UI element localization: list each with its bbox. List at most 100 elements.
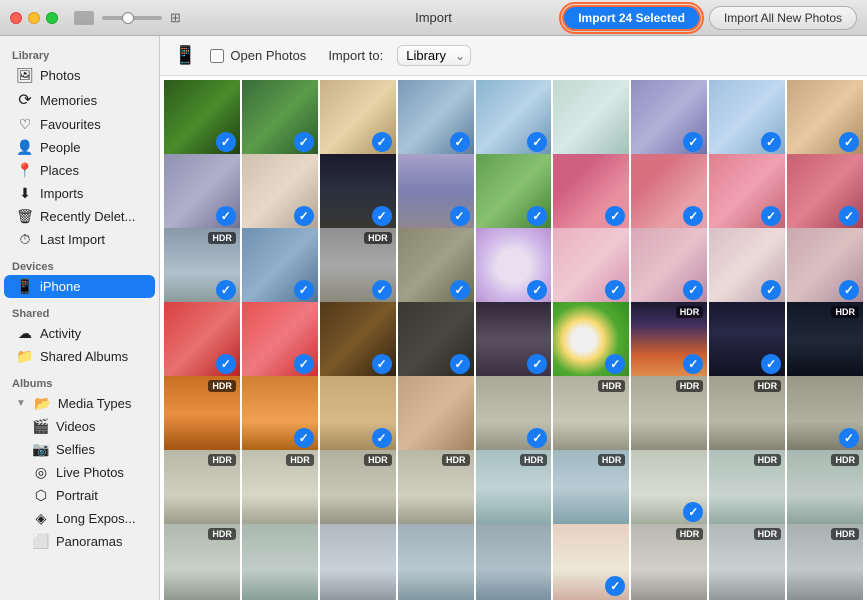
- photo-cell[interactable]: ✓: [164, 302, 240, 378]
- live-photos-icon: ◎: [32, 464, 50, 481]
- sidebar-item-media-types[interactable]: ▼ 📂 Media Types: [4, 392, 155, 415]
- photo-cell[interactable]: HDR: [476, 450, 552, 526]
- sidebar-item-panoramas[interactable]: ⬜ Panoramas: [4, 530, 155, 553]
- photo-cell[interactable]: ✓: [787, 228, 863, 304]
- photo-cell[interactable]: ✓: [709, 80, 785, 156]
- photo-cell[interactable]: ✓: [242, 154, 318, 230]
- photo-cell[interactable]: ✓: [320, 154, 396, 230]
- sidebar-item-long-exposure[interactable]: ◈ Long Expos...: [4, 507, 155, 530]
- sidebar-item-recently-deleted[interactable]: 🗑 Recently Delet...: [4, 205, 155, 228]
- photo-cell[interactable]: HDR ✓: [631, 302, 707, 378]
- photo-cell[interactable]: ✓: [320, 376, 396, 452]
- photo-cell[interactable]: HDR: [242, 450, 318, 526]
- photo-cell[interactable]: ✓: [242, 376, 318, 452]
- sidebar-item-favourites[interactable]: ♡ Favourites: [4, 113, 155, 136]
- photo-checkmark: ✓: [683, 132, 703, 152]
- photo-cell[interactable]: ✓: [787, 154, 863, 230]
- sidebar-item-videos[interactable]: 🎬 Videos: [4, 415, 155, 438]
- photo-cell[interactable]: HDR: [553, 450, 629, 526]
- photo-cell[interactable]: ✓: [553, 154, 629, 230]
- iphone-icon: 📱: [16, 278, 34, 295]
- photo-cell[interactable]: ✓: [476, 302, 552, 378]
- photo-cell[interactable]: [476, 524, 552, 600]
- photo-cell[interactable]: [242, 524, 318, 600]
- sidebar-item-iphone[interactable]: 📱 iPhone: [4, 275, 155, 298]
- sidebar-item-places[interactable]: 📍 Places: [4, 159, 155, 182]
- sidebar-item-live-photos[interactable]: ◎ Live Photos: [4, 461, 155, 484]
- photo-cell[interactable]: HDR: [787, 524, 863, 600]
- photo-cell[interactable]: ✓: [398, 228, 474, 304]
- photo-cell[interactable]: ✓: [476, 80, 552, 156]
- photo-cell[interactable]: ✓: [709, 302, 785, 378]
- photo-cell[interactable]: ✓: [164, 80, 240, 156]
- sidebar-item-shared-albums[interactable]: 📁 Shared Albums: [4, 345, 155, 368]
- photo-cell[interactable]: HDR: [164, 376, 240, 452]
- open-photos-label[interactable]: Open Photos: [210, 48, 306, 63]
- zoom-slider[interactable]: [102, 16, 162, 20]
- photo-cell[interactable]: HDR: [787, 302, 863, 378]
- photo-cell[interactable]: HDR: [398, 450, 474, 526]
- photo-cell[interactable]: ✓: [553, 524, 629, 600]
- photo-cell[interactable]: ✓: [631, 154, 707, 230]
- photo-cell[interactable]: ✓: [242, 302, 318, 378]
- photo-cell[interactable]: ✓: [631, 228, 707, 304]
- open-photos-checkbox[interactable]: [210, 49, 224, 63]
- photo-cell[interactable]: HDR: [787, 450, 863, 526]
- photo-cell[interactable]: ✓: [164, 154, 240, 230]
- import-to-label: Import to:: [328, 48, 383, 63]
- photo-cell[interactable]: ✓: [242, 228, 318, 304]
- photo-cell[interactable]: ✓: [476, 228, 552, 304]
- photo-cell[interactable]: HDR: [631, 376, 707, 452]
- hdr-badge: HDR: [520, 454, 548, 466]
- traffic-lights: [10, 12, 58, 24]
- photo-cell[interactable]: [398, 524, 474, 600]
- photo-cell[interactable]: ✓: [242, 80, 318, 156]
- sidebar-item-last-import[interactable]: ⏱ Last Import: [4, 228, 155, 251]
- sidebar-item-memories[interactable]: ⟳ Memories: [4, 87, 155, 113]
- minimize-button[interactable]: [28, 12, 40, 24]
- photo-cell[interactable]: HDR ✓: [320, 228, 396, 304]
- sidebar-item-portrait[interactable]: ⬡ Portrait: [4, 484, 155, 507]
- photo-cell[interactable]: ✓: [631, 80, 707, 156]
- photo-cell[interactable]: [398, 376, 474, 452]
- photo-cell[interactable]: ✓: [320, 302, 396, 378]
- photo-cell[interactable]: HDR: [709, 376, 785, 452]
- photo-cell[interactable]: ✓: [398, 302, 474, 378]
- photo-cell[interactable]: HDR: [631, 524, 707, 600]
- photo-cell[interactable]: HDR: [709, 524, 785, 600]
- photo-checkmark: ✓: [216, 132, 236, 152]
- import-all-button[interactable]: Import All New Photos: [709, 6, 857, 30]
- sidebar-item-activity[interactable]: ☁ Activity: [4, 322, 155, 345]
- close-button[interactable]: [10, 12, 22, 24]
- import-destination-select[interactable]: Library: [397, 45, 471, 66]
- photo-cell[interactable]: ✓: [398, 80, 474, 156]
- sidebar-item-imports[interactable]: ⬇ Imports: [4, 182, 155, 205]
- photo-cell[interactable]: ✓: [787, 376, 863, 452]
- photo-cell[interactable]: ✓: [709, 154, 785, 230]
- photo-cell[interactable]: HDR: [709, 450, 785, 526]
- photo-cell[interactable]: ✓: [709, 228, 785, 304]
- photo-cell[interactable]: HDR: [553, 376, 629, 452]
- import-selected-button[interactable]: Import 24 Selected: [562, 5, 701, 31]
- photo-cell[interactable]: ✓: [476, 154, 552, 230]
- photo-cell[interactable]: ✓: [553, 228, 629, 304]
- photo-cell[interactable]: HDR: [320, 450, 396, 526]
- photo-cell[interactable]: ✓: [476, 376, 552, 452]
- photo-cell[interactable]: [320, 524, 396, 600]
- maximize-button[interactable]: [46, 12, 58, 24]
- photo-cell[interactable]: HDR: [164, 450, 240, 526]
- photo-cell[interactable]: ✓: [553, 302, 629, 378]
- photo-cell[interactable]: ✓: [320, 80, 396, 156]
- import-destination-wrapper[interactable]: Library: [397, 45, 471, 66]
- photo-cell[interactable]: ✓: [787, 80, 863, 156]
- photo-cell[interactable]: HDR: [164, 524, 240, 600]
- photo-cell[interactable]: ✓: [398, 154, 474, 230]
- sidebar-toggle-icon[interactable]: [74, 11, 94, 25]
- grid-size-icon[interactable]: ⊞: [170, 10, 181, 26]
- photo-cell[interactable]: ✓: [631, 450, 707, 526]
- photo-cell[interactable]: [553, 80, 629, 156]
- sidebar-item-photos[interactable]: 🖼 Photos: [4, 64, 155, 87]
- photo-cell[interactable]: HDR ✓: [164, 228, 240, 304]
- sidebar-item-selfies[interactable]: 📷 Selfies: [4, 438, 155, 461]
- sidebar-item-people[interactable]: 👤 People: [4, 136, 155, 159]
